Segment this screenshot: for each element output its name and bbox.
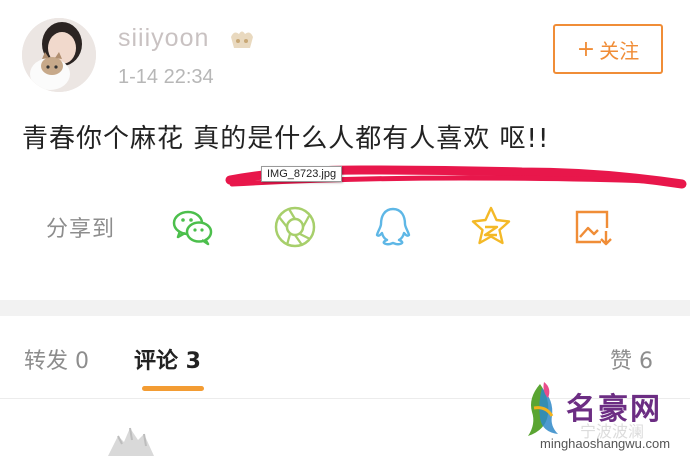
post-card: siiiyoon 1-14 22:34 + 关注 青春你个麻花 真的是什么人都有… [0,0,690,300]
post-text: 青春你个麻花 真的是什么人都有人喜欢 呕!! [22,124,550,154]
follow-label: 关注 [599,38,640,63]
qzone-icon[interactable] [468,204,514,250]
moments-icon[interactable] [272,204,318,250]
plus-icon: + [576,36,596,62]
save-image-icon[interactable] [570,204,616,250]
tab-like[interactable]: 赞 6 [610,343,653,375]
tab-repost[interactable]: 转发 0 [24,343,89,375]
wechat-icon[interactable] [170,204,216,250]
active-tab-indicator [142,386,204,391]
watermark-url: minghaoshangwu.com [540,436,671,451]
watermark-logo-icon [528,382,558,436]
comment-avatar[interactable] [100,420,160,456]
qq-icon[interactable] [370,204,416,250]
share-label: 分享到 [46,217,116,242]
section-divider [0,300,690,316]
watermark-title: 名豪网 [566,392,662,427]
tab-comment[interactable]: 评论 3 [134,343,201,375]
image-filename-tooltip: IMG_8723.jpg [261,166,343,182]
username[interactable]: siiiyoon [118,24,209,53]
follow-button[interactable]: + 关注 [553,24,663,74]
avatar[interactable] [22,18,96,92]
member-badge-icon [231,31,253,48]
post-time: 1-14 22:34 [118,66,214,88]
